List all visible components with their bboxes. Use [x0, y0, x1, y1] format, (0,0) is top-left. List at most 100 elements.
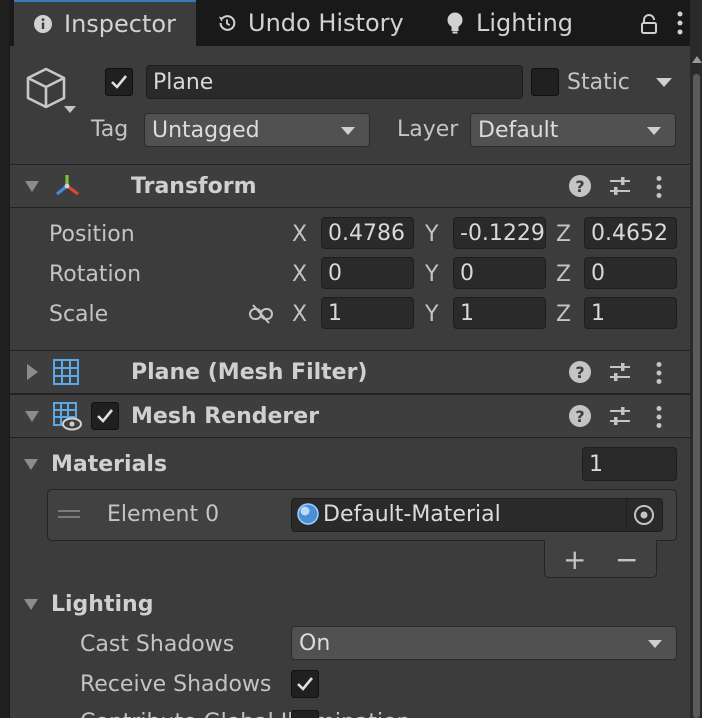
- mesh-renderer-foldout-icon[interactable]: [25, 411, 39, 422]
- tab-undo-history[interactable]: Undo History: [198, 0, 410, 46]
- receive-shadows-checkbox[interactable]: [291, 670, 319, 698]
- contribute-gi-label: Contribute Global Illumination: [80, 710, 411, 718]
- scrollbar-thumb[interactable]: [693, 74, 700, 718]
- kebab-menu-icon[interactable]: [676, 10, 684, 42]
- rotation-y-field[interactable]: 0: [453, 257, 546, 289]
- checkmark-icon: [111, 75, 128, 89]
- mesh-filter-foldout-icon[interactable]: [27, 364, 38, 380]
- material-value: Default-Material: [323, 502, 501, 527]
- position-y-label[interactable]: Y: [425, 222, 438, 247]
- object-name-text: Plane: [153, 69, 214, 95]
- lighting-label: Lighting: [51, 592, 154, 617]
- cast-shadows-value: On: [299, 630, 331, 656]
- scale-x-value: 1: [328, 300, 342, 326]
- receive-shadows-label: Receive Shadows: [80, 672, 272, 697]
- position-z-field[interactable]: 0.4652: [584, 217, 677, 249]
- checkmark-icon: [97, 409, 114, 423]
- scale-z-field[interactable]: 1: [584, 297, 677, 329]
- tag-dropdown[interactable]: Untagged: [144, 113, 370, 147]
- cast-shadows-dropdown[interactable]: On: [291, 626, 677, 660]
- scale-y-label[interactable]: Y: [425, 302, 438, 327]
- tab-undo-history-label: Undo History: [248, 9, 404, 37]
- position-x-label[interactable]: X: [292, 222, 307, 247]
- drag-handle-line[interactable]: [58, 516, 80, 518]
- position-y-value: -0.1229: [460, 220, 545, 246]
- help-icon[interactable]: ?: [569, 405, 591, 427]
- rotation-x-value: 0: [328, 260, 342, 286]
- rotation-y-label[interactable]: Y: [425, 262, 438, 287]
- lighting-foldout-icon[interactable]: [24, 599, 38, 610]
- rotation-z-value: 0: [591, 260, 605, 286]
- help-icon[interactable]: ?: [569, 175, 591, 197]
- mesh-renderer-icon: [52, 401, 82, 437]
- presets-sliders-icon[interactable]: [608, 361, 632, 389]
- chevron-down-icon: [647, 127, 661, 135]
- scroll-up-arrow-icon[interactable]: [692, 56, 702, 63]
- element-0-label: Element 0: [107, 502, 220, 527]
- layer-value: Default: [478, 117, 559, 143]
- layer-label: Layer: [397, 117, 459, 142]
- scale-x-field[interactable]: 1: [321, 297, 414, 329]
- transform-icon: [52, 172, 82, 206]
- component-menu-icon[interactable]: [655, 175, 663, 205]
- drag-handle-icon[interactable]: [58, 510, 80, 512]
- contribute-gi-checkbox[interactable]: [291, 710, 319, 718]
- help-icon[interactable]: ?: [569, 361, 591, 383]
- position-x-field[interactable]: 0.4786: [321, 217, 414, 249]
- static-checkbox[interactable]: [531, 68, 559, 96]
- transform-foldout-icon[interactable]: [25, 181, 39, 192]
- tab-lighting-label: Lighting: [476, 9, 574, 37]
- object-name-field[interactable]: Plane: [146, 65, 523, 99]
- mesh-renderer-enabled-checkbox[interactable]: [91, 402, 119, 430]
- tag-label: Tag: [91, 117, 129, 142]
- info-icon: [32, 13, 54, 35]
- static-dropdown-arrow-icon[interactable]: [656, 78, 672, 87]
- position-z-label[interactable]: Z: [556, 222, 571, 247]
- tab-lighting[interactable]: Lighting: [426, 0, 586, 46]
- scale-label: Scale: [49, 302, 109, 327]
- add-element-button[interactable]: +: [563, 543, 586, 576]
- position-y-field[interactable]: -0.1229: [453, 217, 546, 249]
- mesh-renderer-title: Mesh Renderer: [131, 404, 320, 429]
- scale-z-value: 1: [591, 300, 605, 326]
- static-label: Static: [567, 70, 630, 95]
- rotation-y-value: 0: [460, 260, 474, 286]
- object-picker-icon[interactable]: [632, 503, 656, 533]
- icon-dropdown-arrow-icon[interactable]: [64, 106, 76, 113]
- material-sphere-icon: [297, 503, 319, 531]
- materials-foldout-icon[interactable]: [24, 459, 38, 470]
- layer-dropdown[interactable]: Default: [470, 113, 676, 147]
- transform-title: Transform: [131, 174, 257, 199]
- position-label: Position: [49, 222, 135, 247]
- left-panel-edge: [0, 0, 10, 718]
- rotation-z-label[interactable]: Z: [556, 262, 571, 287]
- scale-y-value: 1: [460, 300, 474, 326]
- tab-inspector[interactable]: Inspector: [14, 0, 196, 46]
- lock-icon[interactable]: [640, 14, 658, 40]
- mesh-filter-grid-icon: [52, 358, 80, 392]
- remove-element-button[interactable]: −: [615, 543, 638, 576]
- presets-sliders-icon[interactable]: [608, 175, 632, 203]
- scale-y-field[interactable]: 1: [453, 297, 546, 329]
- materials-label: Materials: [51, 452, 168, 477]
- rotation-z-field[interactable]: 0: [584, 257, 677, 289]
- chevron-down-icon: [648, 640, 662, 648]
- unlink-icon[interactable]: [248, 304, 274, 330]
- tab-inspector-label: Inspector: [64, 10, 176, 38]
- rotation-x-label[interactable]: X: [292, 262, 307, 287]
- cast-shadows-label: Cast Shadows: [80, 632, 235, 657]
- position-x-value: 0.4786: [328, 220, 405, 246]
- presets-sliders-icon[interactable]: [608, 405, 632, 433]
- active-checkbox[interactable]: [105, 68, 133, 96]
- tag-value: Untagged: [152, 117, 260, 143]
- history-icon: [216, 12, 238, 34]
- scale-z-label[interactable]: Z: [556, 302, 571, 327]
- materials-count-field[interactable]: 1: [582, 447, 677, 481]
- gameobject-cube-icon[interactable]: [24, 66, 68, 116]
- position-z-value: 0.4652: [591, 220, 668, 246]
- component-menu-icon[interactable]: [655, 361, 663, 391]
- component-menu-icon[interactable]: [655, 405, 663, 435]
- rotation-label: Rotation: [49, 262, 142, 287]
- rotation-x-field[interactable]: 0: [321, 257, 414, 289]
- scale-x-label[interactable]: X: [292, 302, 307, 327]
